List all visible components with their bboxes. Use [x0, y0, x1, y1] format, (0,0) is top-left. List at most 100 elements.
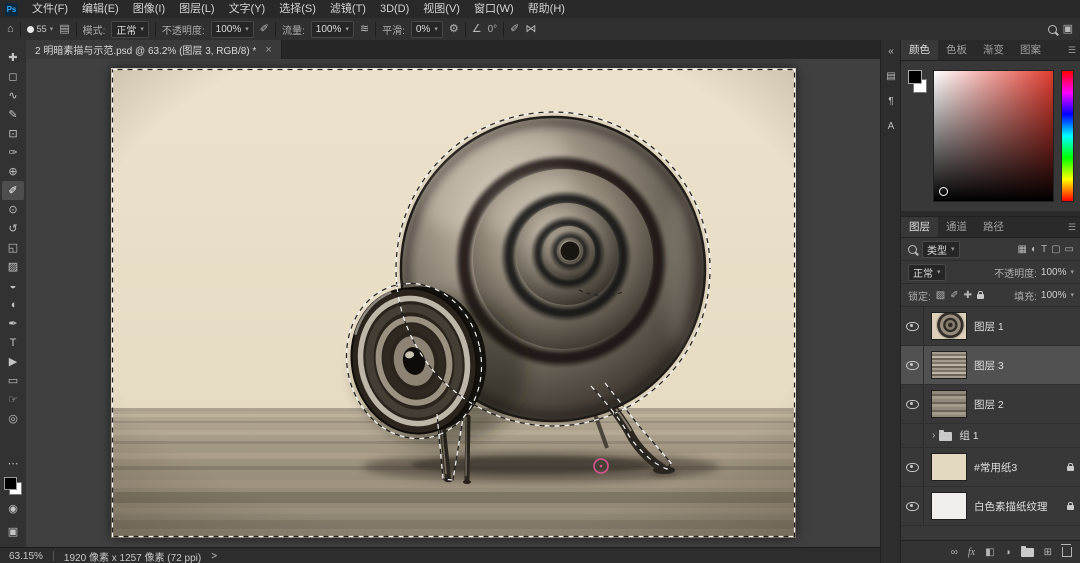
screen-mode-icon[interactable]: ▣ — [2, 522, 24, 541]
gradient-tool[interactable]: ▨ — [2, 257, 24, 276]
lasso-tool[interactable]: ∿ — [2, 86, 24, 105]
menu-select[interactable]: 选择(S) — [272, 0, 323, 18]
foreground-color-swatch[interactable] — [908, 70, 922, 84]
layer-thumbnail[interactable] — [931, 492, 967, 520]
menu-file[interactable]: 文件(F) — [25, 0, 75, 18]
opacity-select[interactable]: 100% ▾ — [211, 21, 254, 38]
layer-thumbnail[interactable] — [931, 351, 967, 379]
filter-adjustment-icon[interactable]: ◐ — [1031, 244, 1037, 255]
filter-smart-object-icon[interactable]: ▭ — [1065, 244, 1074, 255]
layer-opacity-value[interactable]: 100% — [1041, 267, 1067, 278]
quick-selection-tool[interactable]: ✎ — [2, 105, 24, 124]
gear-icon[interactable]: ⚙ — [449, 24, 459, 35]
crop-tool[interactable]: ⊡ — [2, 124, 24, 143]
character-panel-icon[interactable]: A — [888, 121, 895, 132]
shape-tool[interactable]: ▭ — [2, 371, 24, 390]
status-chevron-icon[interactable]: > — [211, 551, 217, 562]
panel-menu-icon[interactable]: ☰ — [1068, 45, 1076, 56]
layer-filter-select[interactable]: 类型 ▾ — [922, 241, 960, 258]
path-selection-tool[interactable]: ▶ — [2, 352, 24, 371]
history-brush-tool[interactable]: ↺ — [2, 219, 24, 238]
brush-angle-value[interactable]: 0° — [488, 24, 498, 35]
smoothing-select[interactable]: 0% ▾ — [411, 21, 443, 38]
hand-tool[interactable]: ☞ — [2, 390, 24, 409]
eyedropper-tool[interactable]: ✑ — [2, 143, 24, 162]
visibility-toggle[interactable] — [901, 448, 924, 486]
new-layer-icon[interactable]: ⊞ — [1044, 547, 1052, 558]
symmetry-icon[interactable]: ⋈ — [525, 24, 536, 35]
hue-slider[interactable] — [1061, 70, 1074, 202]
saturation-square[interactable] — [933, 70, 1054, 202]
tab-color[interactable]: 颜色 — [901, 40, 938, 60]
layer-row[interactable]: 白色素描纸纹理 — [901, 487, 1080, 526]
properties-panel-icon[interactable]: ▤ — [886, 71, 895, 82]
delete-layer-icon[interactable] — [1062, 547, 1072, 557]
canvas-area[interactable] — [26, 59, 880, 547]
workspace-icon[interactable]: ▣ — [1063, 24, 1073, 35]
type-tool[interactable]: T — [2, 333, 24, 352]
home-icon[interactable]: ⌂ — [7, 24, 14, 35]
tab-paths[interactable]: 路径 — [975, 217, 1012, 237]
color-swatches[interactable] — [4, 477, 22, 495]
foreground-color-swatch[interactable] — [4, 477, 17, 490]
layer-mask-icon[interactable]: ◧ — [985, 547, 994, 558]
menu-filter[interactable]: 滤镜(T) — [323, 0, 373, 18]
blend-mode-select[interactable]: 正常 ▾ — [111, 21, 149, 38]
visibility-toggle[interactable] — [901, 487, 924, 525]
layer-effects-icon[interactable]: fx — [968, 547, 975, 558]
paragraph-panel-icon[interactable]: ¶ — [888, 96, 893, 107]
tab-gradients[interactable]: 渐变 — [975, 40, 1012, 60]
layer-row[interactable]: 图层 2 — [901, 385, 1080, 424]
dodge-tool[interactable]: ◖ — [2, 295, 24, 314]
brush-angle-icon[interactable]: ∠ — [472, 24, 482, 35]
menu-help[interactable]: 帮助(H) — [521, 0, 572, 18]
blur-tool[interactable]: ◒ — [2, 276, 24, 295]
menu-window[interactable]: 窗口(W) — [467, 0, 521, 18]
filter-pixel-icon[interactable]: ▦ — [1017, 244, 1026, 255]
menu-image[interactable]: 图像(I) — [126, 0, 172, 18]
visibility-toggle[interactable] — [901, 424, 924, 447]
edit-toolbar-icon[interactable]: ⋯ — [2, 454, 24, 473]
menu-type[interactable]: 文字(Y) — [222, 0, 273, 18]
document-tab[interactable]: 2 明暗素描与示范.psd @ 63.2% (图层 3, RGB/8) * × — [26, 40, 282, 59]
lock-position-icon[interactable]: ✚ — [964, 290, 972, 301]
layer-row[interactable]: 图层 1 — [901, 307, 1080, 346]
lock-all-icon[interactable] — [977, 294, 984, 299]
healing-brush-tool[interactable]: ⊕ — [2, 162, 24, 181]
brush-tool[interactable]: ✐ — [2, 181, 24, 200]
tab-channels[interactable]: 通道 — [938, 217, 975, 237]
menu-layer[interactable]: 图层(L) — [172, 0, 221, 18]
flow-select[interactable]: 100% ▾ — [311, 21, 354, 38]
layer-row[interactable]: #常用纸3 — [901, 448, 1080, 487]
panel-menu-icon[interactable]: ☰ — [1068, 222, 1076, 233]
zoom-level[interactable]: 63.15% — [9, 551, 43, 562]
move-tool[interactable]: ✚ — [2, 48, 24, 67]
layer-thumbnail[interactable] — [931, 453, 967, 481]
filter-shape-icon[interactable]: ▢ — [1051, 244, 1060, 255]
visibility-toggle[interactable] — [901, 346, 924, 384]
color-panel-swatches[interactable] — [908, 70, 926, 202]
quick-mask-icon[interactable]: ◉ — [2, 499, 24, 518]
close-icon[interactable]: × — [265, 44, 271, 56]
menu-3d[interactable]: 3D(D) — [373, 0, 416, 18]
layer-row[interactable]: 图层 3 — [901, 346, 1080, 385]
marquee-tool[interactable]: ◻ — [2, 67, 24, 86]
lock-pixels-icon[interactable]: ✐ — [950, 290, 958, 301]
pressure-opacity-icon[interactable]: ✐ — [260, 24, 269, 35]
tab-swatches[interactable]: 色板 — [938, 40, 975, 60]
color-cursor[interactable] — [939, 187, 948, 196]
new-group-icon[interactable] — [1021, 548, 1034, 557]
tab-layers[interactable]: 图层 — [901, 217, 938, 237]
tab-patterns[interactable]: 图案 — [1012, 40, 1049, 60]
layer-group-row[interactable]: › 组 1 — [901, 424, 1080, 448]
clone-stamp-tool[interactable]: ⊙ — [2, 200, 24, 219]
expand-panels-icon[interactable]: « — [888, 46, 894, 57]
visibility-toggle[interactable] — [901, 385, 924, 423]
menu-edit[interactable]: 编辑(E) — [75, 0, 126, 18]
search-icon[interactable] — [1048, 25, 1057, 34]
filter-type-icon[interactable]: T — [1041, 244, 1047, 255]
document-canvas[interactable] — [111, 68, 796, 538]
zoom-tool[interactable]: ◎ — [2, 409, 24, 428]
link-layers-icon[interactable]: ∞ — [951, 547, 958, 558]
eraser-tool[interactable]: ◱ — [2, 238, 24, 257]
